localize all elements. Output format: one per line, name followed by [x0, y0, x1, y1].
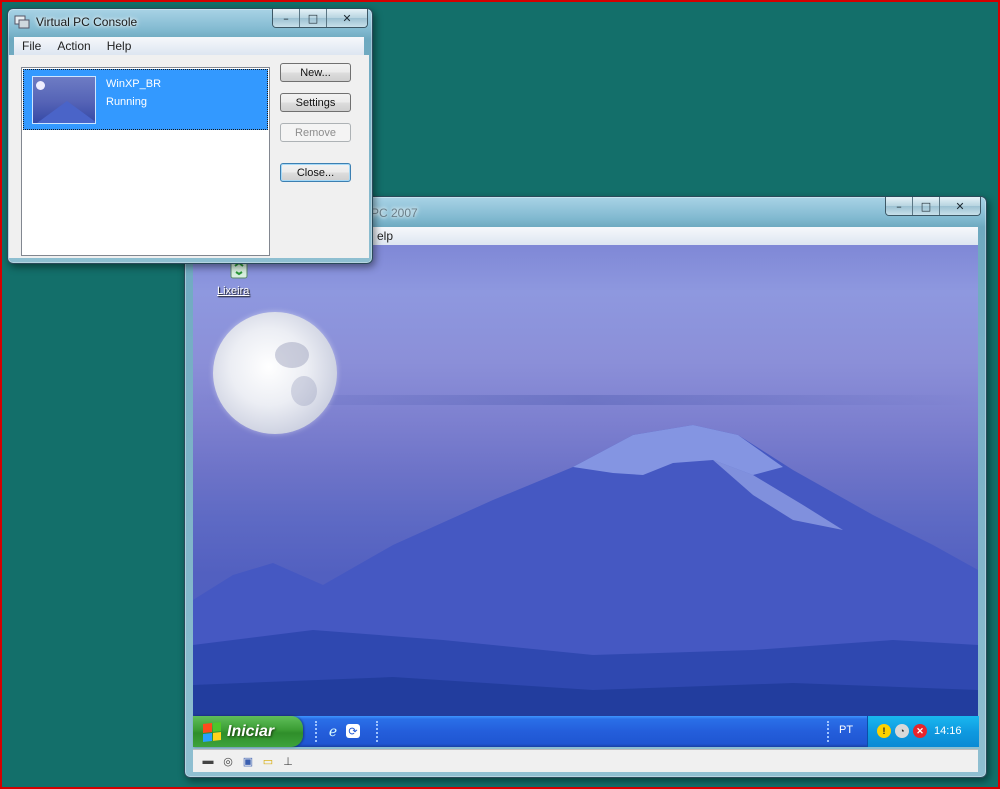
close-icon: ✕	[342, 11, 352, 25]
vm-thumbnail	[32, 76, 96, 124]
virtual-pc-icon	[14, 15, 30, 29]
taskbar-grip-3[interactable]	[827, 721, 831, 742]
network-icon[interactable]: ◔	[895, 724, 909, 738]
menu-help[interactable]: elp	[369, 229, 401, 243]
console-titlebar[interactable]: Virtual PC Console – □ ✕	[8, 9, 372, 37]
maximize-icon: □	[920, 199, 932, 213]
vm-name: WinXP_BR	[106, 78, 162, 90]
vm-list-item[interactable]: WinXP_BR Running	[23, 69, 268, 130]
start-button[interactable]: Iniciar	[193, 716, 303, 747]
cd-icon[interactable]: ◎	[221, 754, 235, 768]
vm-status: Running	[106, 96, 147, 108]
settings-button[interactable]: Settings	[280, 93, 351, 112]
media-icon[interactable]: ⟳	[346, 724, 360, 738]
start-label: Iniciar	[227, 722, 275, 740]
menu-file[interactable]: File	[14, 39, 49, 53]
remove-button[interactable]: Remove	[280, 123, 351, 142]
windows-logo-icon	[203, 721, 221, 742]
maximize-icon: □	[307, 11, 319, 25]
network-adapter-icon[interactable]: ⊥	[281, 754, 295, 768]
vm-list[interactable]: WinXP_BR Running	[21, 67, 270, 256]
security-alert-icon[interactable]: !	[877, 724, 891, 738]
hard-disk-icon[interactable]: ▬	[201, 754, 215, 768]
vm-statusbar: ▬ ◎ ▣ ▭ ⊥	[193, 749, 978, 772]
mountain-image	[193, 425, 978, 716]
system-tray: ! ◔ ✕ 14:16	[867, 716, 979, 747]
minimize-icon: –	[283, 11, 289, 25]
menu-help[interactable]: Help	[99, 39, 140, 53]
minimize-button[interactable]: –	[886, 197, 913, 215]
menu-action[interactable]: Action	[49, 39, 98, 53]
guest-desktop[interactable]: Lixeira	[193, 245, 978, 716]
shared-folder-icon[interactable]: ▭	[261, 754, 275, 768]
internet-explorer-icon[interactable]: ℯ	[324, 722, 342, 740]
console-title: Virtual PC Console	[36, 15, 138, 29]
floppy-icon[interactable]: ▣	[241, 754, 255, 768]
taskbar-grip[interactable]	[315, 721, 319, 742]
vm-window-controls: – □ ✕	[885, 197, 981, 216]
console-minimize-button[interactable]: –	[273, 9, 300, 27]
clock: 14:16	[934, 725, 962, 737]
close-button[interactable]: ✕	[940, 197, 980, 215]
console-menubar: File Action Help	[14, 37, 364, 55]
language-indicator[interactable]: PT	[839, 724, 853, 736]
maximize-button[interactable]: □	[913, 197, 940, 215]
close-icon: ✕	[955, 199, 965, 213]
new-button[interactable]: New...	[280, 63, 351, 82]
minimize-icon: –	[896, 199, 902, 213]
close-console-button[interactable]: Close...	[280, 163, 351, 182]
console-close-button[interactable]: ✕	[327, 9, 367, 27]
guest-taskbar: Iniciar ℯ ⟳ PT ! ◔ ✕ 14:16	[193, 716, 979, 747]
console-window-controls: – □ ✕	[272, 9, 368, 28]
console-maximize-button[interactable]: □	[300, 9, 327, 27]
firewall-warning-icon[interactable]: ✕	[913, 724, 927, 738]
virtual-pc-console-window: Virtual PC Console – □ ✕ File Action Hel…	[7, 8, 373, 264]
console-client-area: WinXP_BR Running New... Settings Remove …	[9, 55, 369, 258]
virtual-pc-window: PC 2007 – □ ✕ elp Lixeira Iniciar ℯ ⟳ PT…	[184, 196, 987, 778]
vm-window-title: PC 2007	[371, 206, 418, 220]
taskbar-grip-2[interactable]	[376, 721, 380, 742]
recycle-bin-label[interactable]: Lixeira	[217, 285, 249, 297]
